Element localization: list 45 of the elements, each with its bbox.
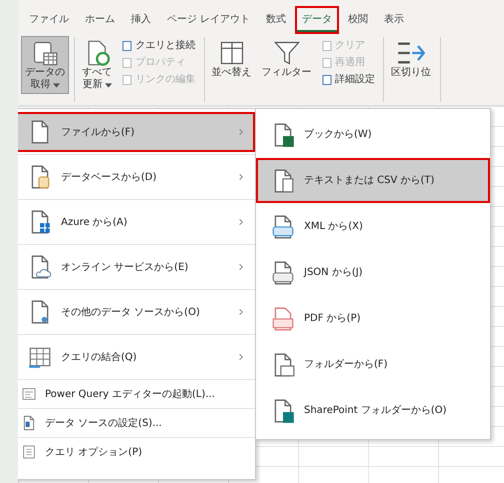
ribbon-tab[interactable]: ファイル	[22, 6, 76, 34]
ribbon-button[interactable]: すべて 更新	[79, 37, 115, 93]
ribbon-tab[interactable]: 表示	[377, 6, 412, 34]
submenu-item[interactable]: SharePoint フォルダーから(O)	[256, 388, 490, 433]
menu-item[interactable]: データ ソースの設定(S)...	[18, 411, 255, 435]
ribbon-button[interactable]: 詳細設定	[318, 71, 377, 88]
ribbon-button[interactable]: クエリと接続	[119, 37, 198, 54]
xml-document-icon	[270, 214, 296, 240]
editor-icon	[21, 386, 37, 402]
ribbon-tab[interactable]: データ	[295, 6, 340, 34]
menu-item[interactable]: Azure から(A)	[18, 202, 255, 242]
json-document-icon	[270, 260, 296, 286]
ribbon-button[interactable]: 区切り位	[388, 37, 434, 81]
document-icon	[21, 415, 37, 431]
small-ribbon-icon	[121, 74, 133, 86]
menu-item[interactable]: データベースから(D)	[18, 157, 255, 197]
ribbon-tab[interactable]: ホーム	[78, 6, 122, 34]
submenu-item[interactable]: テキストまたは CSV から(T)	[256, 158, 490, 203]
submenu-item[interactable]: フォルダーから(F)	[256, 342, 490, 387]
menu-item[interactable]: ファイルから(F)	[18, 112, 255, 152]
ribbon-tab[interactable]: 数式	[259, 6, 294, 34]
small-ribbon-icon	[320, 74, 332, 86]
pdf-document-icon	[270, 306, 296, 332]
ribbon-tab[interactable]: ページ レイアウト	[160, 6, 258, 34]
small-ribbon-icon	[320, 56, 332, 68]
small-ribbon-icon	[121, 40, 133, 52]
small-ribbon-icon	[121, 56, 133, 68]
menu-item[interactable]: クエリ オプション(P)	[18, 440, 255, 464]
menu-item[interactable]: クエリの結合(Q)	[18, 337, 255, 377]
submenu-item[interactable]: XML から(X)	[256, 204, 490, 249]
ribbon-button[interactable]: データの 取得	[22, 37, 68, 93]
submenu-item[interactable]: JSON から(J)	[256, 250, 490, 295]
small-ribbon-icon	[320, 40, 332, 52]
menu-item[interactable]: Power Query エディターの起動(L)...	[18, 382, 255, 406]
submenu-item[interactable]: ブックから(W)	[256, 112, 490, 157]
menu-item[interactable]: オンライン サービスから(E)	[18, 247, 255, 287]
ribbon-button[interactable]: 並べ替え	[208, 37, 254, 81]
ribbon-icon	[272, 39, 300, 67]
ribbon-tab[interactable]: 校閲	[341, 6, 376, 34]
ribbon-icon	[31, 39, 59, 67]
options-icon	[21, 444, 37, 460]
submenu-item[interactable]: PDF から(P)	[256, 296, 490, 341]
menu-item[interactable]: その他のデータ ソースから(O)	[18, 292, 255, 332]
ribbon-tab[interactable]: 挿入	[124, 6, 158, 34]
ribbon-button[interactable]: フィルター	[258, 37, 314, 81]
